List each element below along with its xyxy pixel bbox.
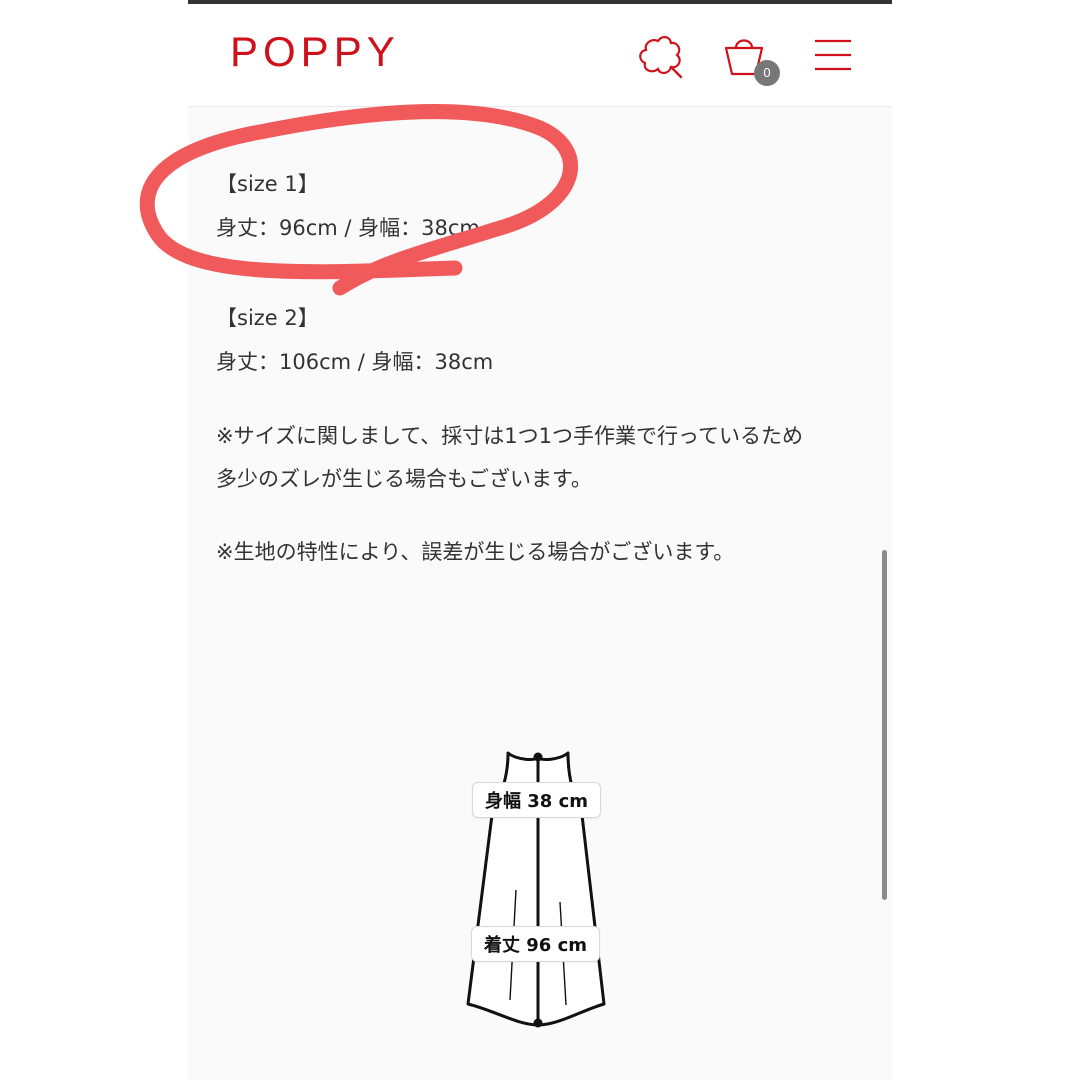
width-label: 身幅 38 cm <box>472 782 602 818</box>
size1-dimensions: 身丈：96cm / 身幅：38cm <box>216 216 480 240</box>
size2-dimensions: 身丈：106cm / 身幅：38cm <box>216 350 494 374</box>
fabric-note: ※生地の特性により、誤差が生じる場合がございます。 <box>216 540 735 564</box>
phone-screen: POPPY 0 【size 1】 身丈：96cm / 身幅：38cm 【size… <box>188 0 892 1080</box>
cart-count-badge: 0 <box>754 60 780 86</box>
size2-heading: 【size 2】 <box>216 306 319 330</box>
measurement-note-line1: ※サイズに関しまして、採寸は1つ1つ手作業で行っているため <box>216 424 803 448</box>
menu-icon[interactable] <box>814 38 852 72</box>
measurement-note-line2: 多少のズレが生じる場合もございます。 <box>216 467 592 491</box>
length-label: 着丈 96 cm <box>471 926 601 962</box>
size1-heading: 【size 1】 <box>216 172 319 196</box>
scrollbar[interactable] <box>882 550 887 900</box>
logo[interactable]: POPPY <box>230 28 400 76</box>
site-header: POPPY 0 <box>188 4 892 107</box>
flower-search-icon[interactable] <box>636 32 686 82</box>
